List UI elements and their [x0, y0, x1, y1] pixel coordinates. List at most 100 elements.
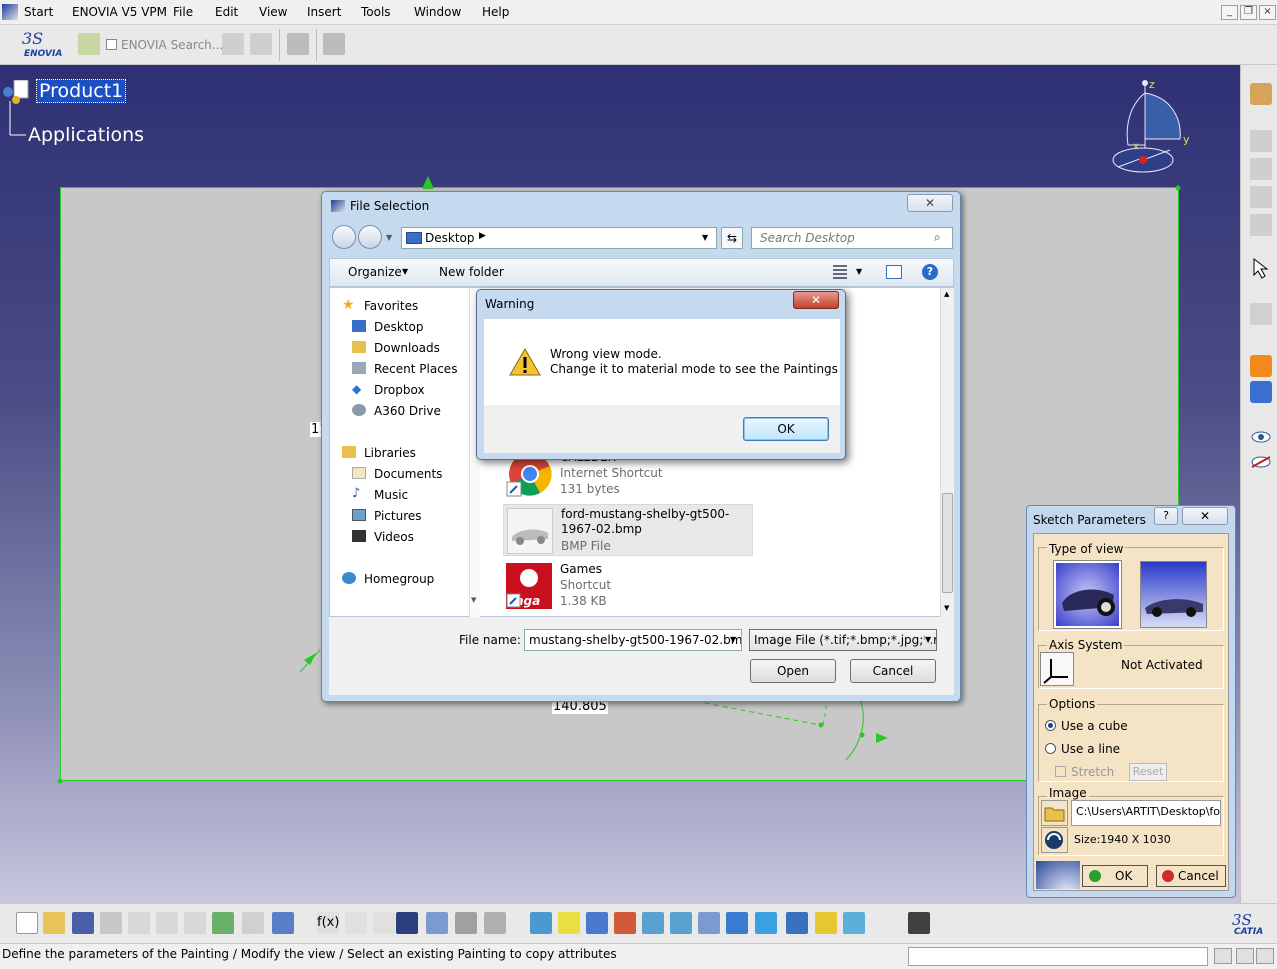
- stretch-checkbox[interactable]: [1055, 766, 1066, 777]
- link-icon[interactable]: [484, 912, 506, 934]
- undo-icon[interactable]: [212, 912, 234, 934]
- catia-start-icon[interactable]: [2, 4, 18, 20]
- tool-icon[interactable]: [1250, 214, 1272, 236]
- apply-material-icon[interactable]: [1250, 381, 1272, 403]
- menu-enovia[interactable]: ENOVIA V5 VPM: [72, 5, 167, 19]
- redo-icon[interactable]: [242, 912, 264, 934]
- menu-tools[interactable]: Tools: [361, 5, 391, 19]
- render-style-icon[interactable]: [786, 912, 808, 934]
- rotate-icon[interactable]: [614, 912, 636, 934]
- stretch-label[interactable]: Stretch: [1071, 765, 1114, 779]
- nav-favorites[interactable]: Favorites: [364, 299, 418, 313]
- nav-documents[interactable]: Documents: [374, 467, 442, 481]
- status-button[interactable]: [1256, 948, 1274, 964]
- nav-pictures[interactable]: Pictures: [374, 509, 422, 523]
- nav-videos[interactable]: Videos: [374, 530, 414, 544]
- use-line-radio[interactable]: [1045, 743, 1056, 754]
- tool-icon[interactable]: [1250, 186, 1272, 208]
- menu-edit[interactable]: Edit: [215, 5, 238, 19]
- save-icon[interactable]: [72, 912, 94, 934]
- file-item-selected[interactable]: ford-mustang-shelby-gt500-1967-02.bmp BM…: [503, 504, 753, 556]
- enovia-sync-icon[interactable]: [287, 33, 309, 55]
- filename-input[interactable]: mustang-shelby-gt500-1967-02.bmp ▼: [524, 629, 742, 651]
- restore-button[interactable]: ❐: [1240, 5, 1257, 20]
- cancel-button[interactable]: Cancel: [850, 659, 936, 683]
- enovia-logo[interactable]: 3S ENOVIA: [16, 28, 68, 62]
- breadcrumb-arrow-icon[interactable]: ▶: [479, 231, 486, 241]
- image-preview-icon[interactable]: [1041, 827, 1068, 853]
- close-button[interactable]: ✕: [907, 194, 953, 212]
- line-view-icon[interactable]: [1140, 561, 1207, 628]
- back-button[interactable]: [332, 225, 356, 249]
- filename-dropdown-icon[interactable]: ▼: [730, 635, 736, 644]
- cancel-button[interactable]: Cancel: [1156, 865, 1226, 887]
- menu-start[interactable]: Start: [24, 5, 53, 19]
- camera-icon[interactable]: [908, 912, 930, 934]
- nav-music[interactable]: Music: [374, 488, 408, 502]
- ok-button[interactable]: OK: [1082, 865, 1148, 887]
- nav-downloads[interactable]: Downloads: [374, 341, 440, 355]
- material-icon[interactable]: [1250, 355, 1272, 377]
- print-icon[interactable]: [100, 912, 122, 934]
- paste-icon[interactable]: [184, 912, 206, 934]
- use-cube-radio[interactable]: [1045, 720, 1056, 731]
- macro-icon[interactable]: [373, 912, 395, 934]
- open-folder-icon[interactable]: [43, 912, 65, 934]
- eye-icon[interactable]: [1250, 430, 1272, 444]
- zoom-in-icon[interactable]: [642, 912, 664, 934]
- fit-all-icon[interactable]: [558, 912, 580, 934]
- select-mode-icon[interactable]: [1250, 303, 1272, 325]
- normal-view-icon[interactable]: [698, 912, 720, 934]
- nav-desktop[interactable]: Desktop: [374, 320, 424, 334]
- status-button[interactable]: [1214, 948, 1232, 964]
- use-cube-label[interactable]: Use a cube: [1061, 719, 1128, 733]
- file-item[interactable]: nga Games Shortcut 1.38 KB: [503, 560, 753, 612]
- multi-view-icon[interactable]: [726, 912, 748, 934]
- pan-icon[interactable]: [586, 912, 608, 934]
- scroll-down-icon[interactable]: ▼: [471, 596, 476, 604]
- whats-this-icon[interactable]: [272, 912, 294, 934]
- organize-dropdown-icon[interactable]: ▼: [402, 267, 408, 276]
- menu-window[interactable]: Window: [414, 5, 461, 19]
- enovia-connect-icon[interactable]: [78, 33, 100, 55]
- axis-system-button[interactable]: [1040, 652, 1074, 686]
- painting-icon[interactable]: [1250, 83, 1272, 105]
- view-dropdown-icon[interactable]: ▼: [856, 267, 862, 276]
- product-node-icon[interactable]: [2, 79, 30, 106]
- refresh-button[interactable]: ⇆: [721, 227, 743, 249]
- table-icon[interactable]: [396, 912, 418, 934]
- nav-dropbox[interactable]: Dropbox: [374, 383, 425, 397]
- history-dropdown-icon[interactable]: ▼: [386, 233, 392, 242]
- scroll-up-icon[interactable]: ▲: [944, 290, 949, 298]
- ok-button[interactable]: OK: [743, 417, 829, 441]
- tree-icon[interactable]: [426, 912, 448, 934]
- browse-folder-icon[interactable]: [1041, 800, 1068, 826]
- scroll-down-icon[interactable]: ▼: [944, 604, 949, 612]
- new-folder-button[interactable]: New folder: [439, 265, 504, 279]
- file-list-scrollbar[interactable]: ▲ ▼: [940, 288, 954, 618]
- forward-button[interactable]: [358, 225, 382, 249]
- minimize-button[interactable]: _: [1221, 5, 1238, 20]
- new-file-icon[interactable]: [16, 912, 38, 934]
- nav-homegroup[interactable]: Homegroup: [364, 572, 434, 586]
- tree-product1[interactable]: Product1: [36, 79, 127, 103]
- menu-insert[interactable]: Insert: [307, 5, 341, 19]
- view-options-icon[interactable]: [833, 265, 847, 279]
- fly-icon[interactable]: [530, 912, 552, 934]
- search-input[interactable]: Search Desktop ⌕: [751, 227, 953, 249]
- enovia-search-checkbox[interactable]: [106, 39, 117, 50]
- hide-eye-icon[interactable]: [1250, 455, 1272, 469]
- enovia-save-icon[interactable]: [250, 33, 272, 55]
- nav-libraries[interactable]: Libraries: [364, 446, 416, 460]
- close-window-button[interactable]: ×: [1259, 5, 1276, 20]
- path-box[interactable]: Desktop ▶ ▼: [401, 227, 717, 249]
- organize-button[interactable]: Organize: [348, 265, 402, 279]
- cube-view-icon[interactable]: [1054, 561, 1121, 628]
- open-button[interactable]: Open: [750, 659, 836, 683]
- enovia-search-label[interactable]: ENOVIA Search...: [121, 38, 223, 52]
- lock-icon[interactable]: [455, 912, 477, 934]
- tool-icon[interactable]: [1250, 158, 1272, 180]
- iso-view-icon[interactable]: [755, 912, 777, 934]
- help-button[interactable]: ?: [1154, 507, 1178, 525]
- scroll-thumb[interactable]: [942, 493, 953, 593]
